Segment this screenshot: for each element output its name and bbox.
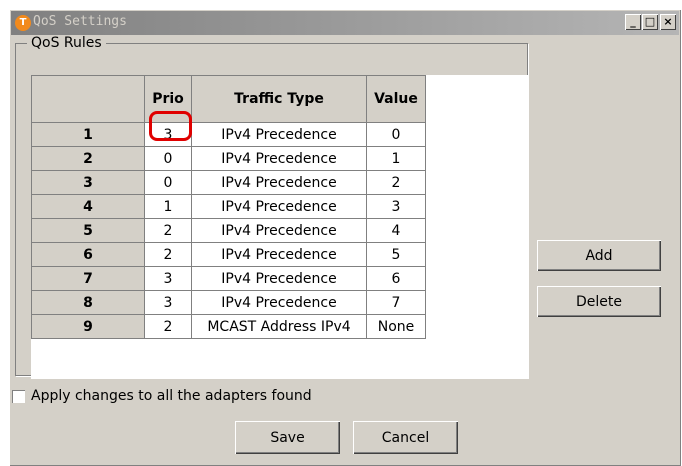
traffic-type-cell[interactable]: IPv4 Precedence <box>191 242 367 267</box>
value-cell[interactable]: 2 <box>366 170 426 195</box>
row-number: 8 <box>31 290 145 315</box>
minimize-button[interactable]: _ <box>625 14 641 30</box>
row-number: 2 <box>31 146 145 171</box>
add-button[interactable]: Add <box>537 240 661 271</box>
qos-rules-table: Prio Traffic Type Value 1 3 IPv4 Precedenc… <box>31 75 426 339</box>
close-button[interactable]: × <box>660 14 676 30</box>
prio-cell[interactable]: 3 <box>144 266 192 291</box>
prio-cell[interactable]: 3 <box>144 290 192 315</box>
traffic-type-cell[interactable]: IPv4 Precedence <box>191 290 367 315</box>
traffic-type-cell[interactable]: IPv4 Precedence <box>191 218 367 243</box>
table-row[interactable]: 9 2 MCAST Address IPv4 None <box>31 314 426 339</box>
row-number: 7 <box>31 266 145 291</box>
cancel-button[interactable]: Cancel <box>353 421 458 454</box>
row-number: 4 <box>31 194 145 219</box>
value-cell[interactable]: None <box>366 314 426 339</box>
table-row[interactable]: 5 2 IPv4 Precedence 4 <box>31 218 426 243</box>
maximize-button[interactable]: □ <box>642 14 658 30</box>
delete-button[interactable]: Delete <box>537 286 661 317</box>
value-cell[interactable]: 5 <box>366 242 426 267</box>
prio-cell[interactable]: 2 <box>144 314 192 339</box>
table-row[interactable]: 7 3 IPv4 Precedence 6 <box>31 266 426 291</box>
prio-cell[interactable]: 1 <box>144 194 192 219</box>
row-number: 3 <box>31 170 145 195</box>
prio-cell[interactable]: 2 <box>144 218 192 243</box>
apply-all-label[interactable]: Apply changes to all the adapters found <box>31 388 312 404</box>
prio-cell[interactable]: 0 <box>144 146 192 171</box>
table-row[interactable]: 4 1 IPv4 Precedence 3 <box>31 194 426 219</box>
table-header-row: Prio Traffic Type Value <box>31 75 426 123</box>
prio-cell[interactable]: 0 <box>144 170 192 195</box>
value-cell[interactable]: 4 <box>366 218 426 243</box>
value-cell[interactable]: 6 <box>366 266 426 291</box>
traffic-type-cell[interactable]: IPv4 Precedence <box>191 266 367 291</box>
apply-all-checkbox[interactable] <box>12 390 25 403</box>
row-number: 6 <box>31 242 145 267</box>
title-bar[interactable]: T QoS Settings _ □ × <box>11 11 679 35</box>
prio-cell[interactable]: 2 <box>144 242 192 267</box>
traffic-type-cell[interactable]: MCAST Address IPv4 <box>191 314 367 339</box>
table-row[interactable]: 2 0 IPv4 Precedence 1 <box>31 146 426 171</box>
window-title: QoS Settings <box>33 14 127 29</box>
traffic-type-cell[interactable]: IPv4 Precedence <box>191 146 367 171</box>
traffic-type-cell[interactable]: IPv4 Precedence <box>191 194 367 219</box>
row-number: 9 <box>31 314 145 339</box>
save-button[interactable]: Save <box>235 421 340 454</box>
traffic-type-header[interactable]: Traffic Type <box>191 75 367 123</box>
table-row[interactable]: 8 3 IPv4 Precedence 7 <box>31 290 426 315</box>
table-row[interactable]: 1 3 IPv4 Precedence 0 <box>31 122 426 147</box>
value-cell[interactable]: 7 <box>366 290 426 315</box>
prio-highlight-annotation <box>149 111 192 141</box>
table-row[interactable]: 6 2 IPv4 Precedence 5 <box>31 242 426 267</box>
value-header[interactable]: Value <box>366 75 426 123</box>
corner-header <box>31 75 145 123</box>
row-number: 1 <box>31 122 145 147</box>
value-cell[interactable]: 0 <box>366 122 426 147</box>
qos-rules-label: QoS Rules <box>27 35 106 51</box>
value-cell[interactable]: 3 <box>366 194 426 219</box>
row-number: 5 <box>31 218 145 243</box>
app-logo-icon: T <box>15 15 31 31</box>
table-row[interactable]: 3 0 IPv4 Precedence 2 <box>31 170 426 195</box>
traffic-type-cell[interactable]: IPv4 Precedence <box>191 170 367 195</box>
value-cell[interactable]: 1 <box>366 146 426 171</box>
traffic-type-cell[interactable]: IPv4 Precedence <box>191 122 367 147</box>
